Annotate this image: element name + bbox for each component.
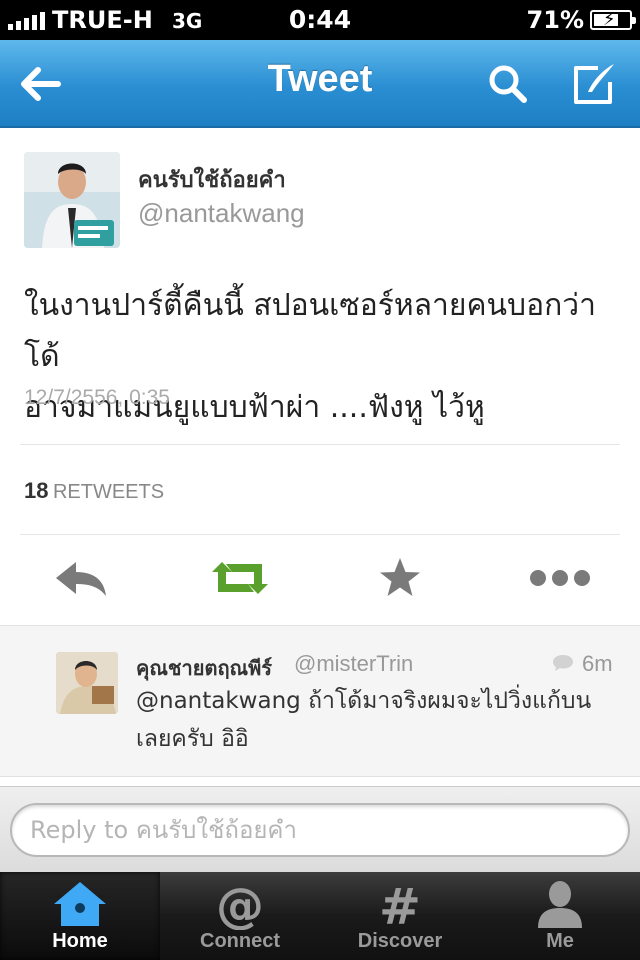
reply-composer [0,786,640,872]
tab-label: Discover [357,930,443,952]
at-icon: @ [216,878,264,930]
divider [20,534,620,535]
retweet-count-number: 18 [24,478,49,503]
tweet-text: ในงานปาร์ตี้คืนนี้ สปอนเซอร์หลายคนบอกว่า… [24,280,620,433]
tweet-detail: คนรับใช้ถ้อยคำ @nantakwang ในงานปาร์ตี้ค… [0,130,640,625]
retweet-count[interactable]: 18 RETWEETS [24,478,164,504]
tab-label: Home [52,930,108,952]
reply-input[interactable] [10,803,630,857]
retweet-count-label: RETWEETS [52,481,165,503]
reply-icon [56,562,106,596]
avatar-image [56,652,118,714]
navigation-bar: Tweet [0,40,640,128]
charging-bolt-icon: ⚡ [603,9,616,30]
speech-bubble-icon [553,655,573,671]
tab-label: Connect [200,930,280,952]
tab-me[interactable]: Me [480,872,640,960]
author-handle[interactable]: @nantakwang [138,198,305,229]
tweet-actions [0,540,640,620]
favorite-button[interactable] [370,554,430,602]
reply-text: @nantakwang ถ้าโด้มาจริงผมจะไปวิ่งแก้บน … [136,682,616,758]
compose-icon [574,64,614,104]
tab-label: Me [546,930,574,952]
search-button[interactable] [482,58,534,110]
more-icon [530,570,590,586]
retweet-icon [212,562,268,594]
tab-connect[interactable]: @ Connect [160,872,320,960]
reply-button[interactable] [52,554,112,602]
tab-discover[interactable]: # Discover [320,872,480,960]
page-title: Tweet [267,58,373,100]
svg-text:@: @ [216,878,264,930]
tweet-text-line: ในงานปาร์ตี้คืนนี้ สปอนเซอร์หลายคนบอกว่า… [24,288,596,374]
favorite-icon [380,558,420,596]
reply-avatar[interactable] [56,652,118,714]
battery-icon: ⚡ [590,9,636,30]
tweet-timestamp: 12/7/2556, 0:35 [24,386,170,409]
reply-author-handle[interactable]: @misterTrin [294,651,413,677]
reply-age: 6m [582,651,613,676]
reply-text-line: เลยครับ อิอิ [136,726,249,752]
more-button[interactable] [528,554,594,602]
author-name[interactable]: คนรับใช้ถ้อยคำ [138,162,286,197]
status-bar: TRUE-H 3G 0:44 71% ⚡ [0,0,640,40]
reply-text-line: @nantakwang ถ้าโด้มาจริงผมจะไปวิ่งแก้บน [136,688,592,714]
battery-percentage: 71% [526,6,584,34]
author-avatar[interactable] [24,152,120,248]
divider [20,444,620,445]
home-icon [54,882,106,926]
search-icon [489,65,527,103]
avatar-image [24,152,120,248]
retweet-button[interactable] [208,554,268,602]
reply-item[interactable]: คุณชายตฤณพีร์ @misterTrin 6m @nantakwang… [0,625,640,777]
person-icon [538,881,582,928]
compose-button[interactable] [568,58,620,110]
tab-home[interactable]: Home [0,872,160,960]
reply-author-name[interactable]: คุณชายตฤณพีร์ [136,652,272,684]
svg-text:#: # [379,878,421,930]
tab-bar: Home @ Connect # Discover Me [0,872,640,960]
hash-icon: # [379,878,421,930]
